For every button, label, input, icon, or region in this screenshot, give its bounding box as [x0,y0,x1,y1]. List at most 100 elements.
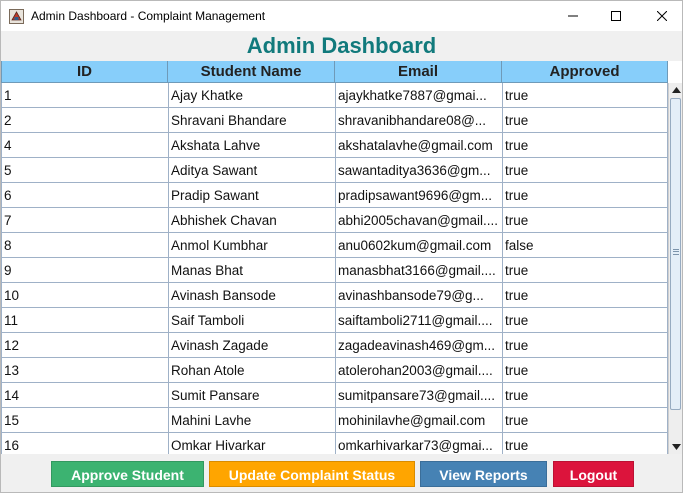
table-row[interactable]: 6 Pradip Sawant pradipsawant9696@gm... t… [2,183,668,208]
cell-student-name[interactable]: Manas Bhat [169,258,336,283]
grip-icon [673,249,679,255]
close-button[interactable] [639,1,683,31]
cell-id[interactable]: 6 [2,183,169,208]
cell-approved[interactable]: false [503,233,668,258]
cell-id[interactable]: 12 [2,333,169,358]
java-app-icon [9,9,24,24]
scrollbar-thumb[interactable] [670,98,681,410]
cell-id[interactable]: 4 [2,133,169,158]
cell-student-name[interactable]: Ajay Khatke [169,83,336,108]
cell-email[interactable]: atolerohan2003@gmail.... [336,358,503,383]
close-icon [657,11,667,21]
approve-student-button[interactable]: Approve Student [51,461,204,487]
scroll-up-button[interactable] [669,83,683,97]
cell-student-name[interactable]: Abhishek Chavan [169,208,336,233]
cell-approved[interactable]: true [503,183,668,208]
table-row[interactable]: 15 Mahini Lavhe mohinilavhe@gmail.com tr… [2,408,668,433]
cell-email[interactable]: saiftamboli2711@gmail.... [336,308,503,333]
cell-approved[interactable]: true [503,83,668,108]
cell-email[interactable]: abhi2005chavan@gmail.... [336,208,503,233]
cell-approved[interactable]: true [503,258,668,283]
cell-id[interactable]: 7 [2,208,169,233]
cell-approved[interactable]: true [503,283,668,308]
cell-email[interactable]: omkarhivarkar73@gmai... [336,433,503,454]
table-row[interactable]: 5 Aditya Sawant sawantaditya3636@gm... t… [2,158,668,183]
cell-student-name[interactable]: Akshata Lahve [169,133,336,158]
cell-id[interactable]: 16 [2,433,169,454]
minimize-button[interactable] [550,1,596,31]
minimize-icon [568,15,578,17]
cell-student-name[interactable]: Aditya Sawant [169,158,336,183]
cell-approved[interactable]: true [503,158,668,183]
table-row[interactable]: 7 Abhishek Chavan abhi2005chavan@gmail..… [2,208,668,233]
table-row[interactable]: 9 Manas Bhat manasbhat3166@gmail.... tru… [2,258,668,283]
view-reports-button[interactable]: View Reports [420,461,547,487]
cell-email[interactable]: zagadeavinash469@gm... [336,333,503,358]
cell-approved[interactable]: true [503,108,668,133]
window-title: Admin Dashboard - Complaint Management [31,9,266,23]
cell-student-name[interactable]: Omkar Hivarkar [169,433,336,454]
cell-email[interactable]: pradipsawant9696@gm... [336,183,503,208]
cell-email[interactable]: manasbhat3166@gmail.... [336,258,503,283]
cell-id[interactable]: 2 [2,108,169,133]
scroll-down-button[interactable] [669,440,683,454]
table-row[interactable]: 10 Avinash Bansode avinashbansode79@g...… [2,283,668,308]
cell-id[interactable]: 1 [2,83,169,108]
table-row[interactable]: 13 Rohan Atole atolerohan2003@gmail.... … [2,358,668,383]
update-complaint-status-button[interactable]: Update Complaint Status [209,461,415,487]
table-row[interactable]: 2 Shravani Bhandare shravanibhandare08@.… [2,108,668,133]
cell-student-name[interactable]: Avinash Zagade [169,333,336,358]
cell-email[interactable]: avinashbansode79@g... [336,283,503,308]
column-header-approved[interactable]: Approved [502,61,668,83]
cell-id[interactable]: 9 [2,258,169,283]
column-header-id[interactable]: ID [1,61,168,83]
cell-approved[interactable]: true [503,308,668,333]
cell-approved[interactable]: true [503,358,668,383]
title-bar[interactable]: Admin Dashboard - Complaint Management [1,1,682,31]
table-row[interactable]: 8 Anmol Kumbhar anu0602kum@gmail.com fal… [2,233,668,258]
cell-student-name[interactable]: Pradip Sawant [169,183,336,208]
arrow-up-icon [671,87,681,93]
app-window: Admin Dashboard - Complaint Management A… [0,0,683,493]
table-row[interactable]: 11 Saif Tamboli saiftamboli2711@gmail...… [2,308,668,333]
cell-id[interactable]: 15 [2,408,169,433]
vertical-scrollbar[interactable] [668,83,682,454]
cell-email[interactable]: mohinilavhe@gmail.com [336,408,503,433]
cell-approved[interactable]: true [503,208,668,233]
cell-email[interactable]: ajaykhatke7887@gmai... [336,83,503,108]
cell-student-name[interactable]: Sumit Pansare [169,383,336,408]
cell-approved[interactable]: true [503,433,668,454]
column-header-student-name[interactable]: Student Name [168,61,335,83]
cell-student-name[interactable]: Shravani Bhandare [169,108,336,133]
cell-student-name[interactable]: Avinash Bansode [169,283,336,308]
cell-id[interactable]: 11 [2,308,169,333]
cell-id[interactable]: 13 [2,358,169,383]
logout-button[interactable]: Logout [553,461,634,487]
table-row[interactable]: 1 Ajay Khatke ajaykhatke7887@gmai... tru… [2,83,668,108]
cell-approved[interactable]: true [503,383,668,408]
cell-approved[interactable]: true [503,133,668,158]
cell-email[interactable]: anu0602kum@gmail.com [336,233,503,258]
cell-email[interactable]: akshatalavhe@gmail.com [336,133,503,158]
cell-id[interactable]: 8 [2,233,169,258]
cell-student-name[interactable]: Anmol Kumbhar [169,233,336,258]
cell-email[interactable]: sumitpansare73@gmail.... [336,383,503,408]
arrow-down-icon [671,444,681,450]
table-row[interactable]: 12 Avinash Zagade zagadeavinash469@gm...… [2,333,668,358]
table-body: 1 Ajay Khatke ajaykhatke7887@gmai... tru… [1,83,668,454]
cell-approved[interactable]: true [503,333,668,358]
cell-id[interactable]: 10 [2,283,169,308]
table-row[interactable]: 16 Omkar Hivarkar omkarhivarkar73@gmai..… [2,433,668,454]
cell-student-name[interactable]: Rohan Atole [169,358,336,383]
cell-email[interactable]: shravanibhandare08@... [336,108,503,133]
cell-id[interactable]: 5 [2,158,169,183]
cell-student-name[interactable]: Mahini Lavhe [169,408,336,433]
column-header-email[interactable]: Email [335,61,502,83]
cell-id[interactable]: 14 [2,383,169,408]
table-row[interactable]: 14 Sumit Pansare sumitpansare73@gmail...… [2,383,668,408]
cell-email[interactable]: sawantaditya3636@gm... [336,158,503,183]
cell-student-name[interactable]: Saif Tamboli [169,308,336,333]
table-row[interactable]: 4 Akshata Lahve akshatalavhe@gmail.com t… [2,133,668,158]
cell-approved[interactable]: true [503,408,668,433]
maximize-button[interactable] [593,1,639,31]
